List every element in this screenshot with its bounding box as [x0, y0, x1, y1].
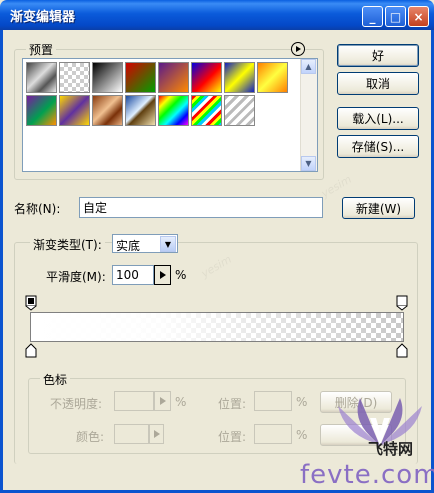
scroll-up-button[interactable]: ▲ [301, 59, 316, 74]
play-arrow-icon [153, 430, 160, 438]
new-button[interactable]: 新建(W) [342, 197, 415, 219]
color-label: 颜色: [76, 430, 105, 444]
preset-swatch[interactable] [191, 62, 222, 93]
gradient-type-label: 渐变类型(T): [30, 236, 105, 253]
opacity-slider-button[interactable] [154, 391, 171, 411]
color-swatch-picker[interactable] [114, 424, 149, 444]
maximize-button[interactable]: □ [385, 6, 406, 27]
opacity-label: 不透明度: [50, 397, 103, 411]
dropdown-button[interactable]: ▼ [160, 236, 176, 252]
name-input[interactable]: 自定 [79, 197, 323, 218]
presets-label: 预置 [26, 41, 57, 58]
window-title: 渐变编辑器 [10, 10, 76, 25]
preset-swatch[interactable] [125, 95, 156, 126]
preset-swatch[interactable] [257, 62, 288, 93]
window-border-left [0, 30, 3, 493]
ok-button[interactable]: 好 [337, 44, 419, 67]
cancel-button[interactable]: 取消 [337, 72, 419, 95]
gradient-preview-bar[interactable] [30, 312, 404, 342]
triangle-down-icon: ▼ [305, 159, 312, 168]
smoothness-label: 平滑度(M): [46, 270, 106, 284]
opacity-location-input[interactable] [254, 391, 292, 411]
minimize-icon: _ [369, 9, 376, 24]
presets-scrollbar[interactable]: ▲ ▼ [300, 59, 317, 171]
preset-swatch[interactable] [92, 95, 123, 126]
preset-swatch[interactable] [224, 95, 255, 126]
preset-swatch[interactable] [191, 95, 222, 126]
location-label-2: 位置: [218, 430, 247, 444]
play-arrow-icon [296, 46, 301, 52]
preset-swatch[interactable] [158, 62, 189, 93]
load-button[interactable]: 载入(L)... [337, 107, 419, 130]
preset-swatch[interactable] [26, 62, 57, 93]
preset-swatch[interactable] [59, 95, 90, 126]
color-stops-label: 色标 [40, 371, 71, 388]
preset-swatch[interactable] [92, 62, 123, 93]
smoothness-input[interactable]: 100 [112, 265, 154, 285]
play-arrow-icon [159, 397, 166, 405]
scroll-down-button[interactable]: ▼ [301, 156, 316, 171]
color-stop-left[interactable] [25, 343, 37, 361]
location-unit-2: % [296, 428, 308, 442]
maximize-icon: □ [389, 9, 402, 24]
opacity-input[interactable] [114, 391, 154, 411]
minimize-button[interactable]: _ [362, 6, 383, 27]
presets-swatch-list[interactable]: ▲ ▼ [22, 58, 318, 172]
color-stop-right[interactable] [396, 343, 408, 361]
gradient-type-value: 实底 [116, 239, 141, 253]
color-stop-icon [25, 343, 37, 358]
watermark-cn-text: 飞特网 [368, 440, 414, 458]
opacity-unit: % [175, 395, 187, 409]
chevron-down-icon: ▼ [164, 239, 172, 249]
opacity-stop-icon [25, 295, 37, 311]
color-stop-icon [396, 343, 408, 358]
save-button[interactable]: 存储(S)... [337, 135, 419, 158]
triangle-up-icon: ▲ [305, 62, 312, 71]
preset-swatch[interactable] [158, 95, 189, 126]
preset-swatch[interactable] [26, 95, 57, 126]
gradient-type-select[interactable]: 实底 ▼ [112, 234, 178, 253]
location-unit-1: % [296, 395, 308, 409]
preset-swatch[interactable] [59, 62, 90, 93]
smoothness-unit: % [175, 268, 187, 282]
watermark-url-text: fevte.com [300, 460, 434, 490]
preset-swatch[interactable] [224, 62, 255, 93]
location-label-1: 位置: [218, 397, 247, 411]
color-menu-button[interactable] [149, 424, 164, 444]
opacity-stop-icon [396, 295, 408, 311]
smoothness-slider-button[interactable] [154, 265, 171, 285]
name-label: 名称(N): [14, 202, 61, 216]
play-arrow-icon [159, 271, 166, 279]
presets-menu-button[interactable] [291, 42, 305, 56]
preset-swatch[interactable] [125, 62, 156, 93]
close-button[interactable]: × [408, 6, 429, 27]
close-icon: × [413, 9, 424, 24]
color-location-input[interactable] [254, 424, 292, 444]
